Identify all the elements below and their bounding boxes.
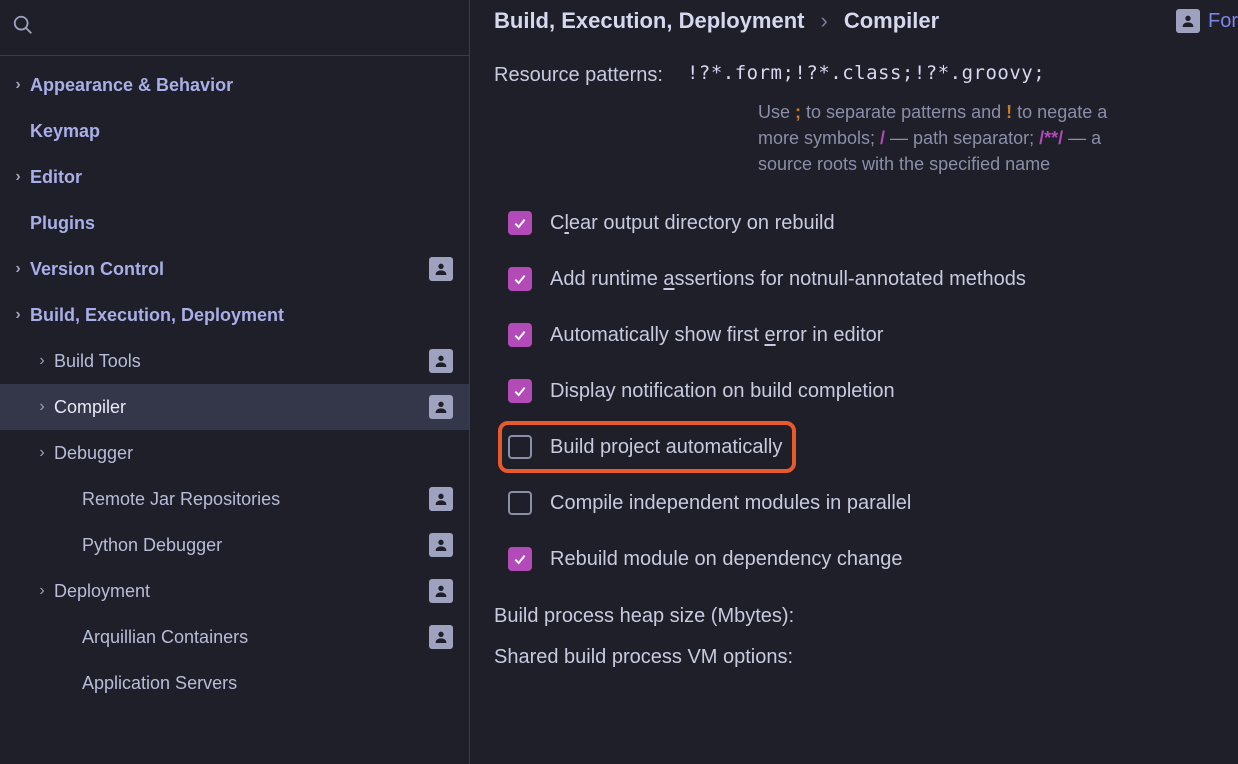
option-label[interactable]: Rebuild module on dependency change (550, 548, 903, 571)
search-icon[interactable] (12, 14, 34, 41)
breadcrumb-page: Compiler (844, 8, 939, 34)
sidebar-item-application-servers[interactable]: ›Application Servers (0, 660, 469, 706)
profile-icon (429, 395, 453, 419)
option-label[interactable]: Automatically show first error in editor (550, 324, 883, 347)
sidebar-item-version-control[interactable]: ›Version Control (0, 246, 469, 292)
sidebar-item-label: Keymap (30, 121, 453, 142)
chevron-right-icon: › (30, 444, 54, 462)
chevron-right-icon: › (30, 352, 54, 370)
compiler-option: Clear output directory on rebuild (508, 195, 1238, 251)
compiler-option: Display notification on build completion (508, 363, 1238, 419)
compiler-option: Compile independent modules in parallel (508, 475, 1238, 531)
checkbox-unchecked-icon[interactable] (508, 435, 532, 459)
profile-icon (429, 487, 453, 511)
sidebar-item-label: Debugger (54, 443, 453, 464)
breadcrumb: Build, Execution, Deployment › Compiler … (494, 8, 1238, 34)
checkbox-checked-icon[interactable] (508, 211, 532, 235)
chevron-right-icon: › (6, 260, 30, 278)
sidebar-item-arquillian-containers[interactable]: ›Arquillian Containers (0, 614, 469, 660)
compiler-options: Clear output directory on rebuild Add run… (494, 195, 1238, 587)
compiler-option: Rebuild module on dependency change (508, 531, 1238, 587)
checkbox-checked-icon[interactable] (508, 267, 532, 291)
chevron-right-icon: › (6, 306, 30, 324)
chevron-right-icon: › (30, 398, 54, 416)
sidebar-item-label: Build Tools (54, 351, 429, 372)
settings-sidebar: ›Appearance & Behavior›Keymap›Editor›Plu… (0, 0, 470, 764)
option-label[interactable]: Build project automatically (550, 436, 782, 459)
checkbox-checked-icon[interactable] (508, 547, 532, 571)
compiler-option: Automatically show first error in editor (508, 307, 1238, 363)
highlighted-option: Build project automatically (498, 421, 796, 473)
sidebar-item-compiler[interactable]: ›Compiler (0, 384, 469, 430)
heap-size-label: Build process heap size (Mbytes): (494, 605, 1238, 628)
chevron-right-icon: › (6, 168, 30, 186)
scope-label: For (1208, 10, 1238, 33)
resource-patterns-row: Resource patterns: !?*.form;!?*.class;!?… (494, 62, 1238, 87)
sidebar-item-label: Version Control (30, 259, 429, 280)
sidebar-item-label: Python Debugger (82, 535, 429, 556)
sidebar-item-label: Arquillian Containers (82, 627, 429, 648)
sidebar-item-editor[interactable]: ›Editor (0, 154, 469, 200)
sidebar-item-label: Remote Jar Repositories (82, 489, 429, 510)
sidebar-item-keymap[interactable]: ›Keymap (0, 108, 469, 154)
sidebar-item-build-execution-deployment[interactable]: ›Build, Execution, Deployment (0, 292, 469, 338)
sidebar-item-label: Appearance & Behavior (30, 75, 453, 96)
sidebar-item-build-tools[interactable]: ›Build Tools (0, 338, 469, 384)
compiler-option: Build project automatically (508, 419, 1238, 475)
checkbox-unchecked-icon[interactable] (508, 491, 532, 515)
profile-icon (429, 349, 453, 373)
sidebar-item-plugins[interactable]: ›Plugins (0, 200, 469, 246)
sidebar-item-deployment[interactable]: ›Deployment (0, 568, 469, 614)
sidebar-item-label: Application Servers (82, 673, 453, 694)
sidebar-item-label: Build, Execution, Deployment (30, 305, 453, 326)
sidebar-item-python-debugger[interactable]: ›Python Debugger (0, 522, 469, 568)
search-row (0, 0, 469, 56)
profile-icon (429, 257, 453, 281)
profile-icon (429, 579, 453, 603)
sidebar-item-label: Compiler (54, 397, 429, 418)
sidebar-item-appearance-behavior[interactable]: ›Appearance & Behavior (0, 62, 469, 108)
sidebar-item-debugger[interactable]: ›Debugger (0, 430, 469, 476)
settings-tree: ›Appearance & Behavior›Keymap›Editor›Plu… (0, 56, 469, 764)
scope-selector[interactable]: For (1176, 9, 1238, 33)
sidebar-item-label: Deployment (54, 581, 429, 602)
profile-icon (429, 533, 453, 557)
chevron-right-icon: › (820, 8, 827, 34)
sidebar-item-label: Plugins (30, 213, 453, 234)
compiler-option: Add runtime assertions for notnull-annot… (508, 251, 1238, 307)
profile-icon (1176, 9, 1200, 33)
vm-options-label: Shared build process VM options: (494, 646, 1238, 669)
option-label[interactable]: Clear output directory on rebuild (550, 212, 835, 235)
profile-icon (429, 625, 453, 649)
sidebar-item-label: Editor (30, 167, 453, 188)
resource-patterns-label: Resource patterns: (494, 62, 663, 87)
option-label[interactable]: Add runtime assertions for notnull-annot… (550, 268, 1026, 291)
resource-patterns-input[interactable]: !?*.form;!?*.class;!?*.groovy; (687, 62, 1045, 84)
checkbox-checked-icon[interactable] (508, 379, 532, 403)
settings-main: Build, Execution, Deployment › Compiler … (470, 0, 1238, 764)
checkbox-checked-icon[interactable] (508, 323, 532, 347)
breadcrumb-section: Build, Execution, Deployment (494, 8, 804, 34)
option-label[interactable]: Display notification on build completion (550, 380, 895, 403)
chevron-right-icon: › (6, 76, 30, 94)
sidebar-item-remote-jar-repositories[interactable]: ›Remote Jar Repositories (0, 476, 469, 522)
chevron-right-icon: › (30, 582, 54, 600)
option-label[interactable]: Compile independent modules in parallel (550, 492, 911, 515)
resource-patterns-hint: Use ; to separate patterns and ! to nega… (758, 99, 1238, 177)
